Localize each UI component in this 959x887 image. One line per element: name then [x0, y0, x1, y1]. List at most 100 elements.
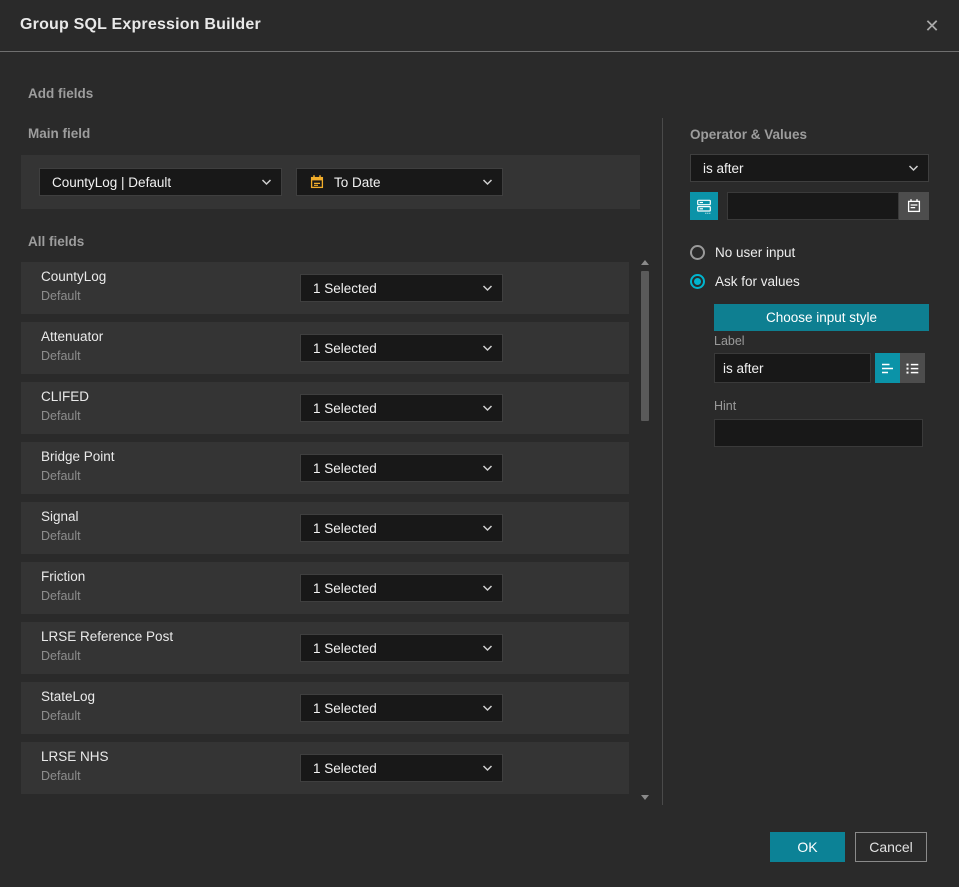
chevron-down-icon — [482, 765, 493, 772]
label-input[interactable] — [714, 353, 871, 383]
field-selected-dropdown[interactable]: 1 Selected — [300, 634, 503, 662]
hint-label: Hint — [714, 399, 737, 413]
field-selected-value: 1 Selected — [313, 460, 377, 476]
date-value-input[interactable] — [727, 192, 899, 220]
field-subtitle: Default — [41, 649, 81, 663]
date-picker-button[interactable] — [899, 192, 929, 220]
field-selected-value: 1 Selected — [313, 640, 377, 656]
radio-ask-for-values[interactable]: Ask for values — [690, 274, 800, 289]
align-left-icon — [882, 363, 893, 373]
all-fields-label: All fields — [28, 234, 85, 249]
dialog-title: Group SQL Expression Builder — [20, 16, 261, 33]
field-subtitle: Default — [41, 289, 81, 303]
main-field-panel: CountyLog | Default To Date — [21, 155, 640, 209]
chevron-down-icon — [482, 585, 493, 592]
field-selected-value: 1 Selected — [313, 700, 377, 716]
field-row: Friction Default 1 Selected — [21, 562, 629, 614]
chevron-down-icon — [482, 705, 493, 712]
field-selected-dropdown[interactable]: 1 Selected — [300, 514, 503, 542]
dialog-titlebar: Group SQL Expression Builder ✕ — [0, 0, 959, 52]
vertical-divider — [662, 118, 663, 805]
field-subtitle: Default — [41, 589, 81, 603]
radio-no-user-input[interactable]: No user input — [690, 245, 795, 260]
radio-ask-for-values-label: Ask for values — [715, 274, 800, 289]
operator-dropdown[interactable]: is after — [690, 154, 929, 182]
field-selected-dropdown[interactable]: 1 Selected — [300, 394, 503, 422]
scrollbar-thumb[interactable] — [641, 271, 649, 421]
ok-button[interactable]: OK — [770, 832, 845, 862]
field-row: StateLog Default 1 Selected — [21, 682, 629, 734]
main-field-dropdown-value: CountyLog | Default — [52, 174, 172, 190]
group-sql-expression-builder-dialog: Group SQL Expression Builder ✕ Add field… — [0, 0, 959, 887]
field-name: Attenuator — [41, 329, 104, 344]
fields-list-scrollbar[interactable] — [640, 258, 650, 803]
field-name: LRSE Reference Post — [41, 629, 174, 644]
field-row: CLIFED Default 1 Selected — [21, 382, 629, 434]
field-selected-value: 1 Selected — [313, 340, 377, 356]
hint-input[interactable] — [714, 419, 923, 447]
stacked-values-icon — [697, 199, 711, 214]
field-name: Bridge Point — [41, 449, 115, 464]
chevron-down-icon — [482, 285, 493, 292]
radio-circle-icon[interactable] — [690, 245, 705, 260]
calendar-icon — [907, 199, 921, 213]
field-name: CountyLog — [41, 269, 107, 284]
field-selected-dropdown[interactable]: 1 Selected — [300, 334, 503, 362]
field-selected-value: 1 Selected — [313, 400, 377, 416]
chevron-down-icon — [261, 179, 272, 186]
chevron-down-icon — [482, 345, 493, 352]
field-selected-dropdown[interactable]: 1 Selected — [300, 274, 503, 302]
main-field-dropdown[interactable]: CountyLog | Default — [39, 168, 282, 196]
field-row: LRSE NHS Default 1 Selected — [21, 742, 629, 794]
field-name: Friction — [41, 569, 86, 584]
field-row: Bridge Point Default 1 Selected — [21, 442, 629, 494]
chevron-down-icon — [482, 525, 493, 532]
field-subtitle: Default — [41, 709, 81, 723]
bullet-list-icon — [906, 363, 919, 374]
label-label: Label — [714, 334, 745, 348]
chevron-down-icon — [482, 405, 493, 412]
add-fields-heading: Add fields — [28, 86, 94, 101]
chevron-down-icon — [482, 645, 493, 652]
field-selected-value: 1 Selected — [313, 280, 377, 296]
date-field-dropdown[interactable]: To Date — [296, 168, 503, 196]
chevron-down-icon — [482, 179, 493, 186]
choose-input-style-button[interactable]: Choose input style — [714, 304, 929, 331]
radio-no-user-input-label: No user input — [715, 245, 796, 260]
main-field-label: Main field — [28, 126, 91, 141]
field-name: CLIFED — [41, 389, 90, 404]
field-subtitle: Default — [41, 469, 81, 483]
field-selected-value: 1 Selected — [313, 520, 377, 536]
field-name: Signal — [41, 509, 79, 524]
scroll-up-arrow-icon[interactable] — [641, 260, 649, 265]
field-row: Signal Default 1 Selected — [21, 502, 629, 554]
input-style-list-button[interactable] — [900, 353, 925, 383]
scroll-down-arrow-icon[interactable] — [641, 795, 649, 800]
field-selected-value: 1 Selected — [313, 580, 377, 596]
field-row: CountyLog Default 1 Selected — [21, 262, 629, 314]
field-selected-dropdown[interactable]: 1 Selected — [300, 574, 503, 602]
field-selected-value: 1 Selected — [313, 760, 377, 776]
multiple-values-toggle-button[interactable] — [690, 192, 718, 220]
field-name: StateLog — [41, 689, 96, 704]
field-subtitle: Default — [41, 409, 81, 423]
calendar-date-icon — [309, 174, 325, 190]
field-name: LRSE NHS — [41, 749, 109, 764]
chevron-down-icon — [482, 465, 493, 472]
field-subtitle: Default — [41, 349, 81, 363]
chevron-down-icon — [908, 165, 919, 172]
operator-values-heading: Operator & Values — [690, 127, 808, 142]
radio-selected-icon[interactable] — [690, 274, 705, 289]
field-subtitle: Default — [41, 769, 81, 783]
field-selected-dropdown[interactable]: 1 Selected — [300, 754, 503, 782]
field-subtitle: Default — [41, 529, 81, 543]
field-selected-dropdown[interactable]: 1 Selected — [300, 454, 503, 482]
field-selected-dropdown[interactable]: 1 Selected — [300, 694, 503, 722]
cancel-button[interactable]: Cancel — [855, 832, 927, 862]
field-row: Attenuator Default 1 Selected — [21, 322, 629, 374]
field-row: LRSE Reference Post Default 1 Selected — [21, 622, 629, 674]
operator-dropdown-value: is after — [703, 160, 744, 176]
close-icon[interactable]: ✕ — [919, 13, 945, 39]
input-style-single-line-button[interactable] — [875, 353, 900, 383]
all-fields-list: CountyLog Default 1 Selected Attenuator … — [21, 262, 629, 794]
